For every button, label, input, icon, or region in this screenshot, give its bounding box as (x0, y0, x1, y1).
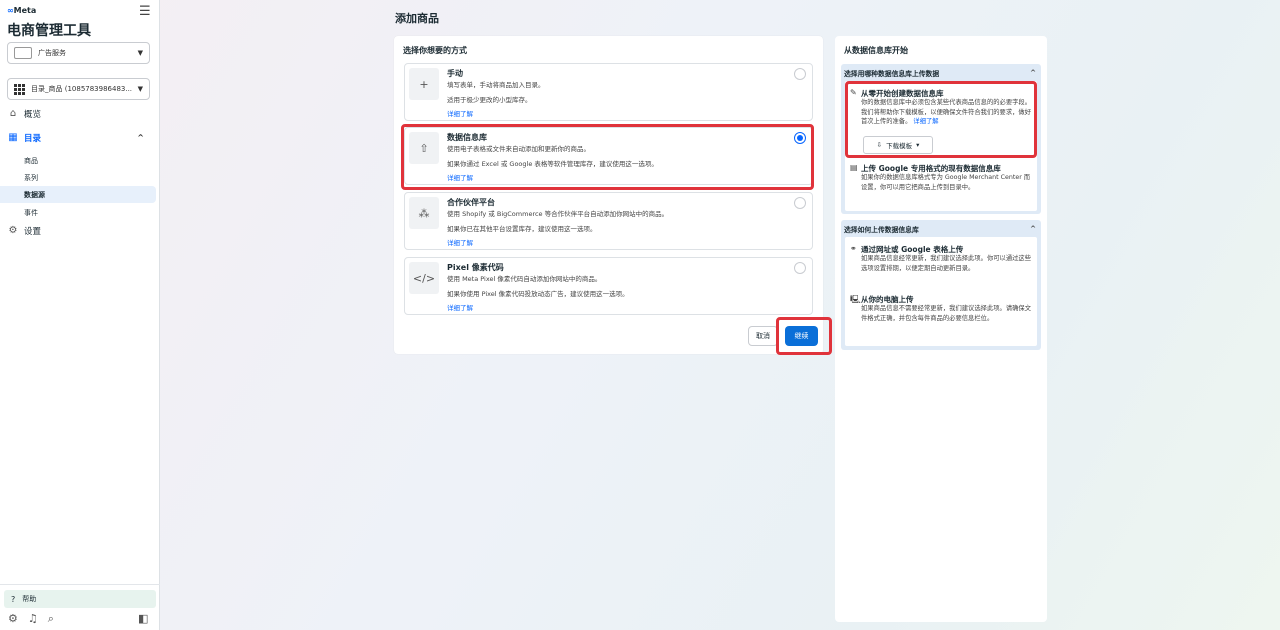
brand-name: Meta (13, 6, 37, 15)
meta-logo[interactable]: ∞Meta (7, 6, 36, 15)
option-title: 数据信息库 (447, 133, 487, 142)
nav-catalog[interactable]: ▦ 目录 ^ (0, 129, 156, 146)
meta-infinity-icon: ∞ (7, 6, 14, 15)
nav-settings-label: 设置 (24, 226, 42, 237)
upload-method-section-heading: 选择如何上传数据信息库 (844, 226, 919, 234)
home-icon: ⌂ (9, 108, 17, 119)
learn-more-link[interactable]: 详细了解 (447, 108, 473, 118)
catalog-selector[interactable]: 目录_商品 (1085783986483... ▼ (7, 78, 150, 100)
help-button[interactable]: ? 帮助 (4, 590, 156, 608)
menu-icon[interactable]: ☰ (139, 4, 151, 19)
sidebar: ∞Meta ☰ 电商管理工具 广告服务 ▼ 目录_商品 (10857839864… (0, 0, 160, 630)
caret-down-icon: ▼ (137, 49, 143, 57)
option-radio[interactable] (794, 68, 806, 80)
cancel-button[interactable]: 取消 (748, 326, 778, 346)
option-radio-selected[interactable] (794, 132, 806, 144)
data-feed-info-panel: 从数据信息库开始 选择用哪种数据信息库上传数据 ^ ✎ 从零开始创建数据信息库 … (835, 36, 1047, 622)
download-template-label: 下载模板 (886, 142, 913, 150)
gear-icon: ⚙ (8, 225, 18, 236)
code-icon: </> (409, 262, 439, 294)
create-feed-desc: 你的数据信息库中必须包含某些代表商品信息的的必要字段。我们将帮助你下载模板，以便… (861, 98, 1033, 127)
option-title: 合作伙伴平台 (447, 198, 495, 207)
feed-type-options: ✎ 从零开始创建数据信息库 你的数据信息库中必须包含某些代表商品信息的的必要字段… (845, 81, 1037, 211)
catalog-icon: ▦ (8, 132, 18, 143)
learn-more-link[interactable]: 详细了解 (913, 118, 938, 125)
option-desc: 填写表单，手动将商品加入目录。 (447, 81, 545, 89)
download-icon: ⇩ (876, 141, 883, 149)
nav-catalog-label: 目录 (24, 133, 42, 144)
computer-upload-desc: 如果商品信息不需要经常更新，我们建议选择此项。请确保文件格式正确，并包含每件商品… (861, 305, 1032, 322)
chevron-up-icon: ^ (137, 133, 144, 142)
google-sheet-icon: ▤ (850, 163, 858, 172)
upload-method-options: ⚭ 通过网址或 Google 表格上传 如果商品信息经常更新，我们建议选择此项。… (845, 237, 1037, 346)
learn-more-link[interactable]: 详细了解 (447, 237, 473, 247)
option-radio[interactable] (794, 197, 806, 209)
option-title: Pixel 像素代码 (447, 263, 504, 272)
upload-method-section: 选择如何上传数据信息库 ^ ⚭ 通过网址或 Google 表格上传 如果商品信息… (841, 220, 1041, 350)
url-upload-desc: 如果商品信息经常更新，我们建议选择此项。你可以通过这些选项设置排期，以便定期自动… (861, 255, 1032, 272)
collapse-sidebar-icon[interactable]: ◧ (138, 612, 148, 625)
question-icon: ? (11, 594, 16, 604)
learn-more-link[interactable]: 详细了解 (447, 302, 473, 312)
help-label: 帮助 (22, 595, 37, 603)
plus-icon: + (409, 68, 439, 100)
sidebar-divider (0, 584, 160, 585)
sidebar-item-events[interactable]: 事件 (0, 204, 156, 221)
catalog-grid-icon (14, 83, 25, 95)
upload-method-section-header[interactable]: 选择如何上传数据信息库 ^ (844, 223, 1038, 235)
option-note: 如果你已在其他平台设置库存，建议使用这一选项。 (447, 225, 597, 233)
option-title: 手动 (447, 69, 463, 78)
option-data-feed[interactable]: ⇧ 数据信息库 使用电子表格或文件来自动添加和更新你的商品。 如果你通过 Exc… (404, 127, 813, 185)
side-panel-title: 从数据信息库开始 (844, 46, 908, 55)
google-feed-desc: 如果你的数据信息库格式专为 Google Merchant Center 而设置… (861, 174, 1031, 191)
network-icon: ⁂ (409, 197, 439, 229)
notification-bell-icon[interactable]: ♫ (28, 612, 38, 626)
sidebar-item-data-sources[interactable]: 数据源 (0, 186, 156, 203)
learn-more-link[interactable]: 详细了解 (447, 172, 473, 182)
app-title: 电商管理工具 (7, 23, 91, 39)
option-note: 如果你使用 Pixel 像素代码投放动态广告，建议使用这一选项。 (447, 290, 629, 298)
feed-type-section-header[interactable]: 选择用哪种数据信息库上传数据 ^ (844, 67, 1038, 79)
pencil-icon: ✎ (850, 88, 857, 97)
catalog-selector-label: 目录_商品 (1085783986483... (31, 85, 133, 93)
caret-down-icon: ▼ (137, 85, 143, 93)
option-note: 如果你通过 Excel 或 Google 表格等软件管理库存，建议使用这一选项。 (447, 160, 658, 168)
search-icon[interactable]: ⌕ (48, 612, 54, 626)
method-card-title: 选择你想要的方式 (403, 46, 467, 55)
sidebar-item-sets[interactable]: 系列 (0, 169, 156, 186)
option-pixel[interactable]: </> Pixel 像素代码 使用 Meta Pixel 像素代码自动添加你网站… (404, 257, 813, 315)
chevron-up-icon: ^ (1030, 69, 1036, 77)
option-desc: 使用 Shopify 或 BigCommerce 等合作伙伴平台自动添加你网站中… (447, 210, 669, 218)
option-radio[interactable] (794, 262, 806, 274)
option-manual[interactable]: + 手动 填写表单，手动将商品加入目录。 适用于极少更改的小型库存。 详细了解 (404, 63, 813, 121)
page-title: 添加商品 (395, 12, 439, 25)
option-partner-platform[interactable]: ⁂ 合作伙伴平台 使用 Shopify 或 BigCommerce 等合作伙伴平… (404, 192, 813, 250)
caret-down-icon: ▾ (916, 141, 920, 149)
download-template-button[interactable]: ⇩ 下载模板 ▾ (863, 136, 933, 154)
create-feed-desc-text: 你的数据信息库中必须包含某些代表商品信息的的必要字段。我们将帮助你下载模板，以便… (861, 99, 1032, 125)
nav-overview-label: 概览 (24, 109, 42, 120)
business-icon (14, 47, 32, 59)
sidebar-item-products[interactable]: 商品 (0, 152, 156, 169)
feed-type-section-heading: 选择用哪种数据信息库上传数据 (844, 70, 940, 78)
method-card: 选择你想要的方式 + 手动 填写表单，手动将商品加入目录。 适用于极少更改的小型… (394, 36, 823, 354)
nav-settings[interactable]: ⚙ 设置 (0, 222, 156, 239)
business-selector[interactable]: 广告服务 ▼ (7, 42, 150, 64)
continue-button[interactable]: 继续 (785, 326, 818, 346)
nav-overview[interactable]: ⌂ 概览 (0, 105, 156, 122)
settings-gear-icon[interactable]: ⚙ (8, 612, 18, 626)
upload-icon: ⇧ (409, 132, 439, 164)
business-selector-label: 广告服务 (38, 49, 66, 57)
chevron-up-icon: ^ (1030, 225, 1036, 233)
option-desc: 使用 Meta Pixel 像素代码自动添加你网站中的商品。 (447, 275, 602, 283)
computer-icon: 🖳 (850, 295, 861, 304)
option-desc: 使用电子表格或文件来自动添加和更新你的商品。 (447, 145, 590, 153)
option-note: 适用于极少更改的小型库存。 (447, 96, 532, 104)
feed-type-section: 选择用哪种数据信息库上传数据 ^ ✎ 从零开始创建数据信息库 你的数据信息库中必… (841, 64, 1041, 214)
link-icon: ⚭ (850, 244, 857, 253)
bottom-toolbar: ⚙ ♫ ⌕ (8, 612, 54, 626)
